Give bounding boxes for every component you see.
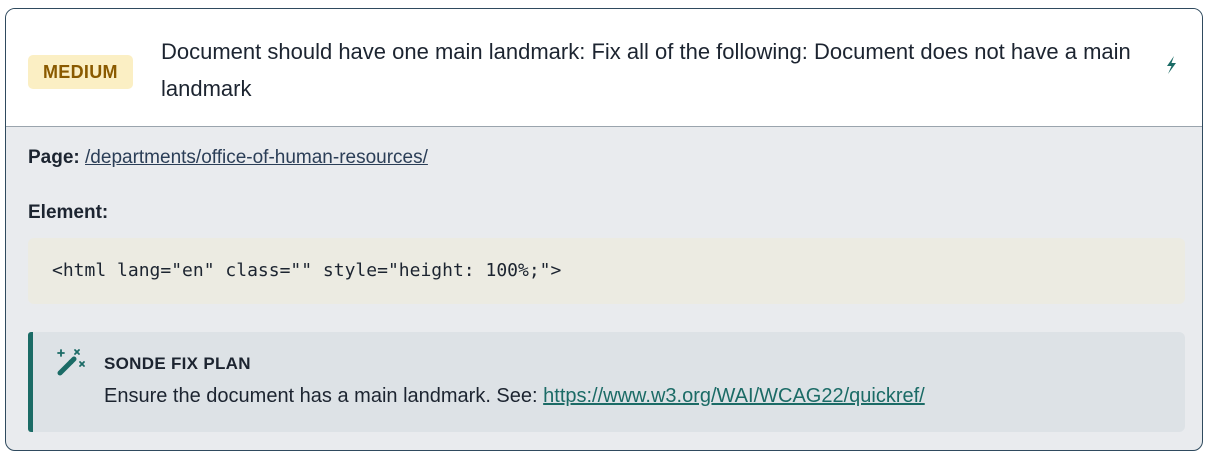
element-row: Element: bbox=[28, 202, 108, 224]
fix-plan-text: Ensure the document has a main landmark.… bbox=[104, 385, 925, 408]
issue-title: Document should have one main landmark: … bbox=[161, 39, 1131, 101]
severity-badge: MEDIUM bbox=[28, 55, 133, 89]
lightning-bolt-icon[interactable] bbox=[1162, 53, 1180, 77]
fix-plan-heading: SONDE FIX PLAN bbox=[104, 354, 251, 373]
issue-header[interactable]: MEDIUM Document should have one main lan… bbox=[6, 9, 1202, 127]
fix-plan-panel: SONDE FIX PLAN Ensure the document has a… bbox=[28, 332, 1185, 432]
magic-wand-icon bbox=[57, 349, 85, 376]
fix-plan-link[interactable]: https://www.w3.org/WAI/WCAG22/quickref/ bbox=[543, 385, 925, 407]
fix-plan-description: Ensure the document has a main landmark.… bbox=[104, 385, 544, 407]
issue-card: MEDIUM Document should have one main lan… bbox=[5, 8, 1203, 451]
element-code: <html lang="en" class="" style="height: … bbox=[28, 238, 1185, 304]
page-label: Page: bbox=[28, 147, 80, 168]
page-link[interactable]: /departments/office-of-human-resources/ bbox=[85, 147, 428, 168]
page-row: Page: /departments/office-of-human-resou… bbox=[28, 147, 428, 169]
element-label: Element: bbox=[28, 202, 109, 223]
